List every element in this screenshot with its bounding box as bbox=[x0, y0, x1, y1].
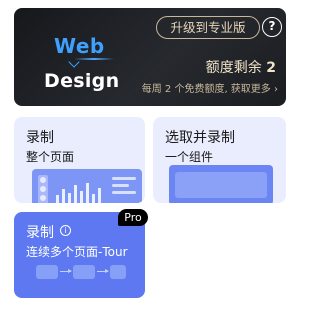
preview-sidebar bbox=[38, 175, 48, 203]
quota-value: 2 bbox=[266, 60, 276, 76]
card-subtitle: 连续多个页面-Tour bbox=[26, 245, 128, 259]
component-preview-box bbox=[175, 172, 267, 198]
upgrade-button[interactable]: 升级到专业版 bbox=[156, 16, 260, 39]
promo-banner: Web Design 升级到专业版 ? 额度剩余 2 每周 2 个免费额度, 获… bbox=[14, 8, 286, 106]
card-title: 录制 bbox=[26, 225, 54, 241]
pro-badge: Pro bbox=[118, 209, 148, 226]
preview-bar-chart bbox=[54, 175, 104, 203]
quota-remaining: 额度剩余 2 bbox=[206, 57, 276, 77]
quota-label: 额度剩余 bbox=[205, 60, 262, 76]
card-title: 选取并录制 bbox=[165, 130, 235, 146]
logo-glow bbox=[74, 58, 114, 60]
tour-flow-illustration bbox=[36, 265, 126, 283]
get-more-link[interactable]: 每周 2 个免费额度, 获取更多 › bbox=[142, 80, 278, 95]
page-preview-illustration bbox=[32, 169, 142, 203]
help-icon[interactable]: ? bbox=[262, 17, 282, 37]
card-title: 录制 bbox=[26, 130, 54, 146]
preview-text-lines bbox=[112, 177, 136, 198]
select-component-card[interactable]: 选取并录制 一个组件 bbox=[153, 117, 286, 203]
info-icon[interactable]: i bbox=[60, 225, 71, 236]
card-subtitle: 一个组件 bbox=[165, 150, 214, 164]
logo-design-text: Design bbox=[44, 70, 120, 92]
logo-web-text: Web bbox=[54, 34, 105, 58]
card-subtitle: 整个页面 bbox=[26, 150, 75, 164]
record-full-page-card[interactable]: 录制 整个页面 bbox=[14, 117, 145, 203]
component-preview-illustration bbox=[169, 165, 273, 203]
